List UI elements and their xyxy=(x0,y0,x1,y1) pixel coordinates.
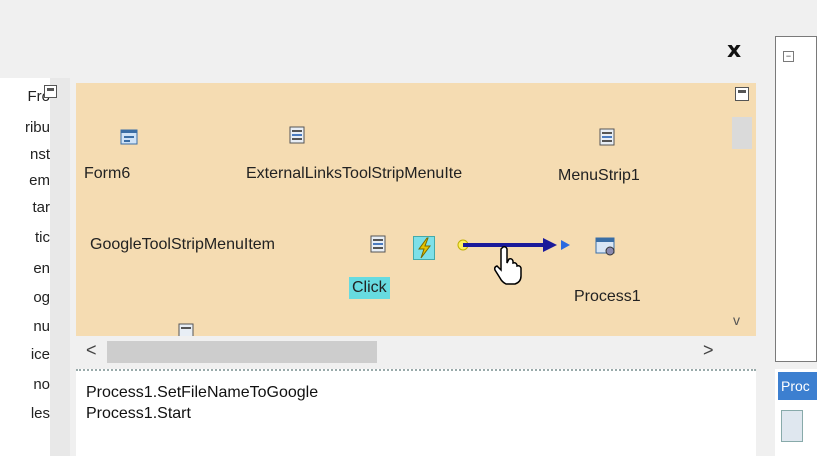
component-label[interactable]: Form6 xyxy=(84,165,130,183)
horizontal-scroll-thumb[interactable] xyxy=(107,341,377,363)
code-line[interactable]: Process1.SetFileNameToGoogle xyxy=(86,384,318,402)
scroll-down-icon[interactable]: v xyxy=(733,312,740,328)
close-button[interactable]: x xyxy=(727,40,741,62)
left-item[interactable]: tic xyxy=(0,229,50,249)
component-label[interactable]: Process1 xyxy=(574,288,641,306)
process-icon[interactable] xyxy=(595,235,617,257)
left-item[interactable]: les xyxy=(0,405,50,425)
left-item[interactable]: tar xyxy=(0,199,50,219)
collapse-icon[interactable]: − xyxy=(783,51,794,62)
menu-item-icon[interactable] xyxy=(177,323,195,336)
restore-icon[interactable] xyxy=(44,85,57,98)
left-item[interactable]: ice xyxy=(0,346,50,366)
left-panel: Fro ribu nst em tar tic en og nu ice no … xyxy=(0,78,70,456)
form-icon[interactable] xyxy=(120,128,138,146)
scroll-left-icon[interactable]: < xyxy=(86,341,97,359)
top-bar xyxy=(0,0,817,72)
left-item[interactable]: em xyxy=(0,172,50,192)
component-label[interactable]: ExternalLinksToolStripMenuIte xyxy=(246,165,462,183)
menu-item-icon[interactable] xyxy=(369,235,387,253)
component-designer[interactable]: Form6 ExternalLinksToolStripMenuIte Menu… xyxy=(76,83,726,336)
left-item[interactable]: Fro xyxy=(0,88,51,108)
event-label[interactable]: Click xyxy=(349,277,390,299)
restore-icon[interactable] xyxy=(735,87,749,101)
code-editor[interactable]: Process1.SetFileNameToGoogle Process1.St… xyxy=(76,369,756,456)
right-panel: − xyxy=(775,36,817,362)
component-label[interactable]: MenuStrip1 xyxy=(558,167,640,185)
code-line[interactable]: Process1.Start xyxy=(86,405,191,423)
vertical-scroll-thumb[interactable] xyxy=(732,117,752,149)
scroll-right-icon[interactable]: > xyxy=(703,341,714,359)
left-item[interactable]: nst xyxy=(0,146,50,166)
lightning-icon[interactable] xyxy=(413,236,435,260)
left-item[interactable]: en xyxy=(0,260,50,280)
menu-item-icon[interactable] xyxy=(288,126,306,144)
properties-header[interactable]: Proc xyxy=(778,372,817,400)
hand-pointer-icon xyxy=(494,246,522,285)
left-item[interactable]: no xyxy=(0,376,50,396)
left-item[interactable]: nu xyxy=(0,318,50,338)
component-label[interactable]: GoogleToolStripMenuItem xyxy=(90,236,275,254)
menu-strip-icon[interactable] xyxy=(598,128,616,146)
left-item[interactable]: ribu xyxy=(0,119,50,139)
left-scroll-strip[interactable] xyxy=(50,78,70,456)
left-item[interactable]: og xyxy=(0,289,50,309)
properties-toolbar-icon[interactable] xyxy=(781,410,803,442)
